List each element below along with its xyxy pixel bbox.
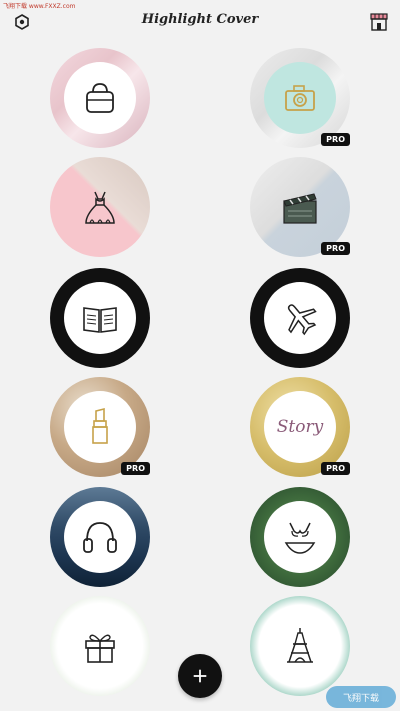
- cover-handbag[interactable]: [50, 48, 150, 148]
- pro-badge: PRO: [321, 462, 350, 475]
- cover-clapperboard[interactable]: PRO: [250, 157, 350, 257]
- cover-camera[interactable]: PRO: [250, 48, 350, 148]
- cover-story[interactable]: Story PRO: [250, 377, 350, 477]
- watermark-bottom: 飞翔下载: [326, 686, 396, 708]
- plus-icon: [193, 669, 207, 683]
- cover-dress[interactable]: [50, 157, 150, 257]
- cover-eiffel[interactable]: [250, 596, 350, 696]
- cover-grid: PRO PRO PRO Story PRO: [0, 0, 400, 711]
- cover-headphones[interactable]: [50, 487, 150, 587]
- dress-icon: [85, 191, 115, 224]
- cover-gift[interactable]: [50, 596, 150, 696]
- handbag-icon: [86, 83, 114, 113]
- pro-badge: PRO: [121, 462, 150, 475]
- lipstick-icon: [92, 407, 108, 444]
- eiffel-tower-icon: [287, 628, 313, 663]
- story-text: Story: [276, 417, 324, 437]
- camera-icon: [285, 85, 315, 111]
- cover-book[interactable]: [50, 268, 150, 368]
- gift-icon: [85, 634, 115, 663]
- add-cover-button[interactable]: [178, 654, 222, 698]
- book-icon: [83, 307, 117, 333]
- pro-badge: PRO: [321, 133, 350, 146]
- cover-airplane[interactable]: [250, 268, 350, 368]
- pro-badge: PRO: [321, 242, 350, 255]
- cover-bikini[interactable]: [250, 487, 350, 587]
- bikini-icon: [284, 522, 316, 554]
- airplane-icon: [287, 304, 317, 336]
- cover-lipstick[interactable]: PRO: [50, 377, 150, 477]
- clapperboard-icon: [283, 193, 317, 224]
- headphones-icon: [83, 522, 117, 553]
